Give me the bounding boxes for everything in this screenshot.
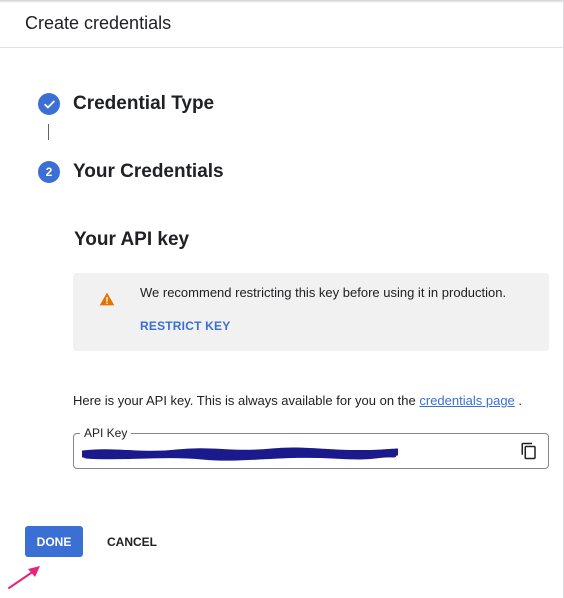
info-text: Here is your API key. This is always ava…: [73, 393, 416, 408]
step-title: Your Credentials: [73, 161, 224, 182]
api-key-field[interactable]: API Key: [73, 426, 549, 469]
api-key-heading: Your API key: [74, 229, 190, 250]
step-credential-type: Credential Type: [38, 93, 214, 115]
warning-icon: [99, 291, 115, 307]
credentials-page-link[interactable]: credentials page: [419, 393, 514, 408]
step-connector: [48, 124, 49, 140]
dialog-title: Create credentials: [25, 13, 172, 33]
check-icon: [38, 93, 60, 115]
step-your-credentials: 2 Your Credentials: [38, 161, 224, 183]
redacted-key-value: [82, 447, 398, 461]
warning-banner: We recommend restricting this key before…: [73, 273, 549, 351]
api-key-label: API Key: [80, 426, 132, 440]
copy-icon[interactable]: [520, 442, 538, 460]
step-number-badge: 2: [38, 161, 60, 183]
api-key-info: Here is your API key. This is always ava…: [73, 393, 522, 408]
info-suffix: .: [518, 393, 523, 408]
warning-text: We recommend restricting this key before…: [140, 285, 507, 300]
step-title: Credential Type: [73, 93, 215, 114]
annotation-arrow-icon: [8, 566, 40, 589]
done-button[interactable]: DONE: [25, 526, 83, 557]
dialog-header: Create credentials: [0, 0, 564, 48]
cancel-button[interactable]: CANCEL: [97, 526, 167, 557]
restrict-key-link[interactable]: RESTRICT KEY: [140, 319, 230, 333]
